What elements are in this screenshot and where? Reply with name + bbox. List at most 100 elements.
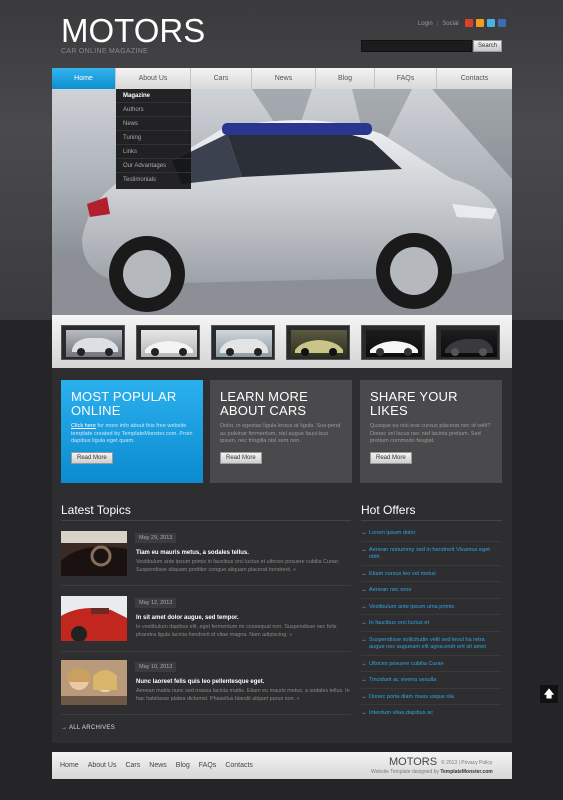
topic-excerpt: In vestibulum dapibus elit, eget ferment… bbox=[136, 624, 337, 638]
nav-faqs[interactable]: FAQs bbox=[375, 68, 437, 89]
about-us-dropdown: Magazine Authors News Tuning Links Our A… bbox=[116, 89, 191, 189]
main-nav: Home About Us Cars News Blog FAQs Contac… bbox=[52, 68, 512, 89]
topic-date: May 10, 2013 bbox=[135, 662, 177, 672]
search-button[interactable]: Search bbox=[473, 40, 502, 52]
offer-item[interactable]: → Lorem ipsum dolor bbox=[361, 530, 501, 542]
promo-click-here-link[interactable]: Click here bbox=[71, 423, 96, 429]
topic-image[interactable] bbox=[61, 531, 127, 576]
dropdown-item-our-advantages[interactable]: Our Advantages bbox=[116, 159, 191, 173]
offer-item[interactable]: → Aenean nec eros bbox=[361, 587, 501, 599]
arrow-icon: → bbox=[61, 725, 69, 731]
thumbnail-5[interactable] bbox=[361, 325, 425, 360]
scroll-to-top-button[interactable]: 🡅 bbox=[540, 685, 558, 703]
offer-item[interactable]: → Aenean nonummy sed in hendrerit Vivamus… bbox=[361, 547, 501, 566]
arrow-icon: → bbox=[361, 530, 367, 536]
dropdown-item-magazine[interactable]: Magazine bbox=[116, 89, 191, 103]
footer-link-home[interactable]: Home bbox=[60, 762, 79, 769]
privacy-policy-link[interactable]: Privacy Policy bbox=[461, 760, 492, 766]
offer-item[interactable]: → Interdum vitae,dapibus ac bbox=[361, 710, 501, 721]
top-links: Login | Social bbox=[418, 21, 459, 27]
footer-copyright: © 2013 | Privacy Policy bbox=[441, 760, 493, 766]
search-input[interactable] bbox=[361, 40, 472, 52]
read-more-button[interactable]: Read More bbox=[370, 451, 412, 464]
promo-box-learn: LEARN MORE ABOUT CARS Dolor, in egestas l… bbox=[210, 380, 352, 483]
login-link[interactable]: Login bbox=[418, 21, 433, 27]
dropdown-item-testimonials[interactable]: Testimonials bbox=[116, 173, 191, 187]
topic-title[interactable]: In sit amet dolor augue, sed tempor. bbox=[136, 615, 239, 621]
promo-title-share: SHARE YOUR LIKES bbox=[370, 389, 458, 418]
facebook-icon[interactable] bbox=[498, 19, 506, 27]
promo-box-popular: MOST POPULAR ONLINE Click here for more i… bbox=[61, 380, 203, 483]
divider bbox=[61, 520, 351, 521]
promo-text-learn: Dolor, in egestas ligula lectus at ligul… bbox=[220, 423, 341, 444]
social-link[interactable]: Social bbox=[442, 21, 458, 27]
all-archives-link[interactable]: → ALL ARCHIVES bbox=[61, 725, 115, 731]
dropdown-item-authors[interactable]: Authors bbox=[116, 103, 191, 117]
arrow-icon: → bbox=[361, 710, 367, 716]
thumbnail-4[interactable] bbox=[286, 325, 350, 360]
footer-link-contacts[interactable]: Contacts bbox=[225, 762, 253, 769]
offer-item[interactable]: → Suspendisse sollicitudin velit sed leou… bbox=[361, 637, 501, 656]
arrow-up-icon: 🡅 bbox=[543, 688, 555, 700]
latest-topics-title: Latest Topics bbox=[61, 503, 131, 517]
footer-logo[interactable]: MOTORS bbox=[389, 756, 437, 768]
logo-title: MOTORS bbox=[61, 12, 206, 49]
divider bbox=[61, 651, 351, 652]
thumbnail-1[interactable] bbox=[61, 325, 125, 360]
promo-title-popular: MOST POPULAR ONLINE bbox=[71, 389, 177, 418]
offer-item[interactable]: → Vestibulum ante ipsum uma primis bbox=[361, 603, 501, 615]
offer-item[interactable]: → Etiam cursus leo vel metus bbox=[361, 571, 501, 582]
dropdown-item-news[interactable]: News bbox=[116, 117, 191, 131]
arrow-icon: → bbox=[361, 636, 367, 643]
topic-item: May 10, 2013 Nunc laoreet felis quis leo… bbox=[61, 660, 351, 710]
thumbnail-2[interactable] bbox=[136, 325, 200, 360]
nav-blog[interactable]: Blog bbox=[316, 68, 375, 89]
read-more-link[interactable]: » bbox=[289, 632, 292, 638]
templatemonster-link[interactable]: TemplateMonster.com bbox=[440, 769, 492, 775]
topic-image[interactable] bbox=[61, 596, 127, 641]
logo[interactable]: MOTORS CAR ONLINE MAGAZINE bbox=[61, 12, 206, 56]
thumbnail-6[interactable] bbox=[436, 325, 500, 360]
arrow-icon: → bbox=[361, 693, 367, 700]
promo-text-popular: Click here for more info about this free… bbox=[71, 423, 193, 444]
nav-about-us[interactable]: About Us bbox=[116, 68, 191, 89]
arrow-icon: → bbox=[361, 620, 367, 626]
topic-item: May 12, 2013 In sit amet dolor augue, se… bbox=[61, 596, 351, 646]
footer-link-about-us[interactable]: About Us bbox=[88, 762, 117, 769]
footer-link-faqs[interactable]: FAQs bbox=[199, 762, 217, 769]
dropdown-item-tuning[interactable]: Tuning bbox=[116, 131, 191, 145]
arrow-icon: → bbox=[361, 546, 367, 553]
thumbnail-strip bbox=[52, 315, 512, 368]
rss-icon[interactable] bbox=[476, 19, 484, 27]
hot-offers-list: → Lorem ipsum dolor → Aenean nonummy sed i… bbox=[361, 530, 501, 726]
read-more-button[interactable]: Read More bbox=[71, 451, 113, 464]
nav-cars[interactable]: Cars bbox=[191, 68, 252, 89]
topic-title[interactable]: Nunc laoreet felis quis leo pellentesque… bbox=[136, 679, 264, 685]
footer-link-news[interactable]: News bbox=[149, 762, 167, 769]
arrow-icon: → bbox=[361, 603, 367, 610]
offer-item[interactable]: → Ultrices posuere cubilia Curae bbox=[361, 660, 501, 672]
nav-home[interactable]: Home bbox=[52, 68, 116, 89]
google-icon[interactable] bbox=[465, 19, 473, 27]
footer-link-blog[interactable]: Blog bbox=[176, 762, 190, 769]
footer-credit: Website Template designed by TemplateMon… bbox=[371, 769, 493, 775]
arrow-icon: → bbox=[361, 660, 367, 667]
promo-box-share: SHARE YOUR LIKES Quisque eu nisl erat cur… bbox=[360, 380, 502, 483]
footer: Home About Us Cars News Blog FAQs Contac… bbox=[52, 752, 512, 779]
topic-title[interactable]: Tiam eu mauris metus, a sodales tellus. bbox=[136, 550, 249, 556]
read-more-button[interactable]: Read More bbox=[220, 451, 262, 464]
offer-item[interactable]: → Tincidunt ac viverra sesulla bbox=[361, 677, 501, 689]
logo-subtitle: CAR ONLINE MAGAZINE bbox=[61, 48, 148, 55]
offer-item[interactable]: → Donec porta diam mass usque ola bbox=[361, 693, 501, 705]
arrow-icon: → bbox=[361, 677, 367, 683]
nav-contacts[interactable]: Contacts bbox=[437, 68, 512, 89]
offer-item[interactable]: → In faucibus orci luctus et bbox=[361, 620, 501, 632]
read-more-link[interactable]: » bbox=[297, 696, 300, 702]
twitter-icon[interactable] bbox=[487, 19, 495, 27]
nav-news[interactable]: News bbox=[252, 68, 316, 89]
read-more-link[interactable]: » bbox=[293, 567, 296, 573]
thumbnail-3[interactable] bbox=[211, 325, 275, 360]
dropdown-item-links[interactable]: Links bbox=[116, 145, 191, 159]
footer-link-cars[interactable]: Cars bbox=[125, 762, 140, 769]
topic-image[interactable] bbox=[61, 660, 127, 705]
